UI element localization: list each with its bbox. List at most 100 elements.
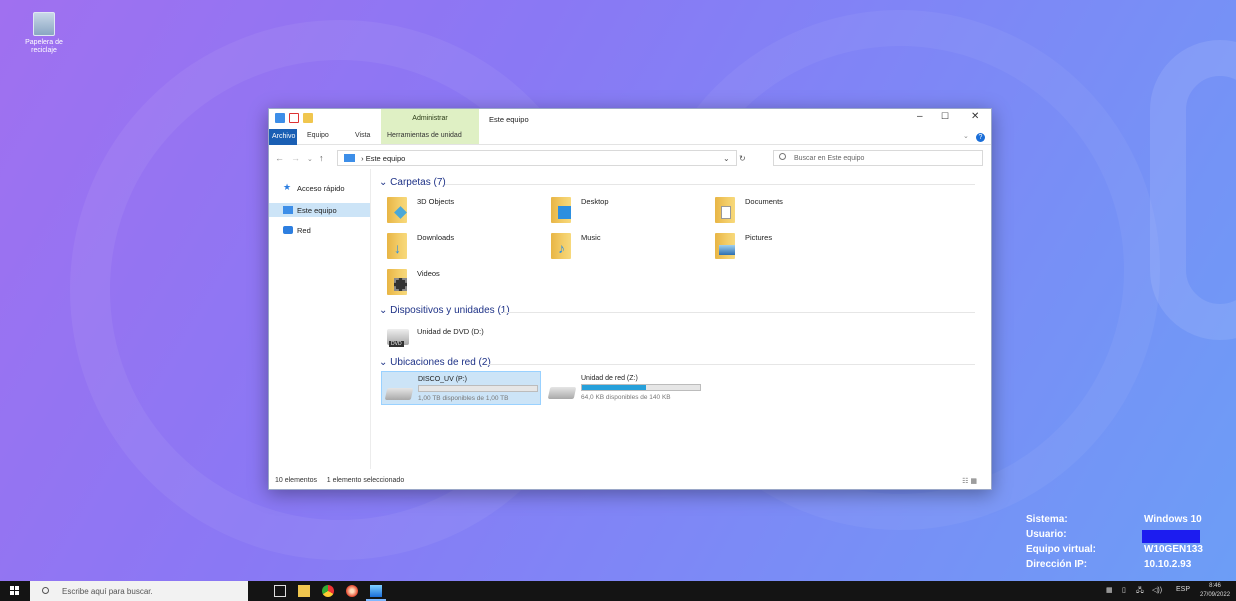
chrome-icon[interactable] (322, 585, 334, 597)
info-key-vm: Equipo virtual: (1026, 544, 1096, 555)
info-value-ip: 10.10.2.93 (1144, 559, 1192, 570)
details-view-icon[interactable]: ☷ (962, 478, 968, 485)
clock[interactable]: 8:46 27/09/2022 (1200, 582, 1230, 600)
navigation-pane: ★ Acceso rápido Este equipo Red (269, 169, 371, 469)
address-bar[interactable]: › Este equipo (337, 150, 737, 166)
folder-downloads[interactable]: ↓ Downloads (387, 233, 537, 261)
back-arrow-icon[interactable]: ← (275, 153, 284, 163)
firefox-icon[interactable] (346, 585, 358, 597)
folder-icon (387, 269, 407, 295)
chevron-down-icon[interactable]: ⌄ (963, 132, 969, 140)
up-arrow-icon[interactable]: ↑ (319, 153, 324, 163)
status-selected-count: 1 elemento seleccionado (326, 477, 405, 484)
dvd-drive-d[interactable]: DVD Unidad de DVD (D:) (387, 323, 537, 351)
folder-icon: ♪ (551, 233, 571, 259)
volume-icon[interactable]: ◁)) (1152, 586, 1162, 594)
network-icon (283, 226, 293, 234)
document-icon (721, 206, 731, 219)
drive-free-space: 64,0 KB disponibles de 140 KB (581, 394, 671, 401)
info-key-ip: Dirección IP: (1026, 559, 1088, 570)
windows-start-icon[interactable] (10, 586, 20, 596)
tab-drive-tools[interactable]: Herramientas de unidad (387, 132, 462, 139)
folder-videos[interactable]: Videos (387, 269, 537, 297)
context-tab-manage[interactable]: Administrar (381, 115, 479, 122)
sidebar-item-label: Este equipo (297, 206, 337, 215)
folder-icon (387, 197, 407, 223)
network-icon[interactable]: 🖧 (1136, 586, 1144, 597)
cube-icon (394, 206, 407, 219)
folder-desktop[interactable]: Desktop (551, 197, 701, 225)
tab-view[interactable]: Vista (355, 132, 370, 139)
maximize-icon[interactable]: ☐ (941, 111, 949, 122)
close-icon[interactable]: ✕ (971, 111, 979, 122)
refresh-icon[interactable]: ↻ (739, 154, 746, 163)
network-drive-icon (384, 388, 414, 400)
tab-computer[interactable]: Equipo (307, 132, 329, 139)
folder-documents[interactable]: Documents (715, 197, 865, 225)
group-devices-header[interactable]: ⌄ Dispositivos y unidades (1) (379, 305, 510, 316)
drive-name: Unidad de red (Z:) (581, 375, 638, 382)
sidebar-item-network[interactable]: Red (269, 223, 370, 237)
window-title: Este equipo (489, 115, 529, 124)
battery-icon[interactable]: ▯ (1122, 586, 1126, 594)
network-drive-p[interactable]: DISCO_UV (P:) 1,00 TB disponibles de 1,0… (381, 371, 541, 405)
folder-3d-objects[interactable]: 3D Objects (387, 197, 537, 225)
desktop-recycle-bin[interactable]: Papelera de reciclaje (24, 12, 64, 55)
taskbar-search-input[interactable]: Escribe aquí para buscar. (30, 581, 248, 601)
minimize-icon[interactable]: – (917, 111, 923, 122)
search-icon (42, 587, 49, 594)
file-explorer-icon[interactable] (298, 585, 310, 597)
new-folder-icon[interactable] (303, 113, 313, 123)
clock-time: 8:46 (1209, 583, 1221, 589)
status-item-count: 10 elementos (275, 477, 318, 484)
group-divider (487, 364, 975, 365)
group-folders-header[interactable]: ⌄ Carpetas (7) (379, 177, 446, 188)
drive-name: DISCO_UV (P:) (418, 376, 468, 383)
recent-chevron-icon[interactable]: ⌄ (307, 155, 313, 163)
keyboard-icon[interactable]: ▦ (1106, 586, 1113, 594)
drive-usage-bar (418, 385, 538, 392)
title-bar (269, 109, 991, 129)
search-input[interactable]: Buscar en Este equipo (773, 150, 983, 166)
group-divider (503, 312, 975, 313)
star-icon: ★ (283, 182, 292, 192)
info-key-user: Usuario: (1026, 529, 1067, 540)
content-pane: ⌄ Carpetas (7) 3D Objects Desktop Docume… (373, 169, 989, 469)
quick-access-toolbar (275, 113, 313, 123)
info-value-system: Windows 10 (1144, 514, 1202, 525)
desktop-icon (558, 206, 571, 219)
sidebar-item-quick-access[interactable]: ★ Acceso rápido (269, 181, 370, 195)
help-icon[interactable]: ? (976, 133, 985, 142)
info-key-system: Sistema: (1026, 514, 1068, 525)
computer-icon[interactable] (275, 113, 285, 123)
network-drive-z[interactable]: Unidad de red (Z:) 64,0 KB disponibles d… (545, 371, 715, 405)
music-note-icon: ♪ (558, 240, 565, 256)
sidebar-item-label: Red (297, 226, 311, 235)
sidebar-item-this-pc[interactable]: Este equipo (269, 203, 370, 217)
address-history-chevron-icon[interactable]: ⌄ (723, 154, 730, 163)
folder-icon (715, 197, 735, 223)
breadcrumb-this-pc[interactable]: Este equipo (366, 154, 406, 163)
task-view-icon[interactable] (274, 585, 286, 597)
info-value-vm: W10GEN133 (1144, 544, 1203, 555)
properties-icon[interactable] (289, 113, 299, 123)
tab-file[interactable]: Archivo (269, 129, 297, 145)
film-icon (394, 278, 407, 291)
sidebar-item-label: Acceso rápido (297, 184, 345, 193)
folder-music[interactable]: ♪ Music (551, 233, 701, 261)
active-app-icon[interactable] (370, 585, 382, 597)
address-row: ← → ⌄ ↑ › Este equipo ⌄ ↻ Buscar en Este… (269, 147, 991, 169)
group-network-header[interactable]: ⌄ Ubicaciones de red (2) (379, 357, 491, 368)
dvd-badge: DVD (389, 341, 404, 347)
folder-pictures[interactable]: Pictures (715, 233, 865, 261)
forward-arrow-icon[interactable]: → (291, 153, 300, 163)
computer-icon (283, 206, 293, 214)
language-indicator[interactable]: ESP (1176, 586, 1190, 593)
folder-icon: ↓ (387, 233, 407, 259)
computer-icon (344, 154, 355, 162)
recycle-bin-icon (33, 12, 55, 36)
drive-usage-bar (581, 384, 701, 391)
status-bar: 10 elementos 1 elemento seleccionado (275, 477, 404, 484)
dvd-drive-label: Unidad de DVD (D:) (417, 327, 484, 336)
large-icons-view-icon[interactable]: ▦ (970, 478, 977, 485)
